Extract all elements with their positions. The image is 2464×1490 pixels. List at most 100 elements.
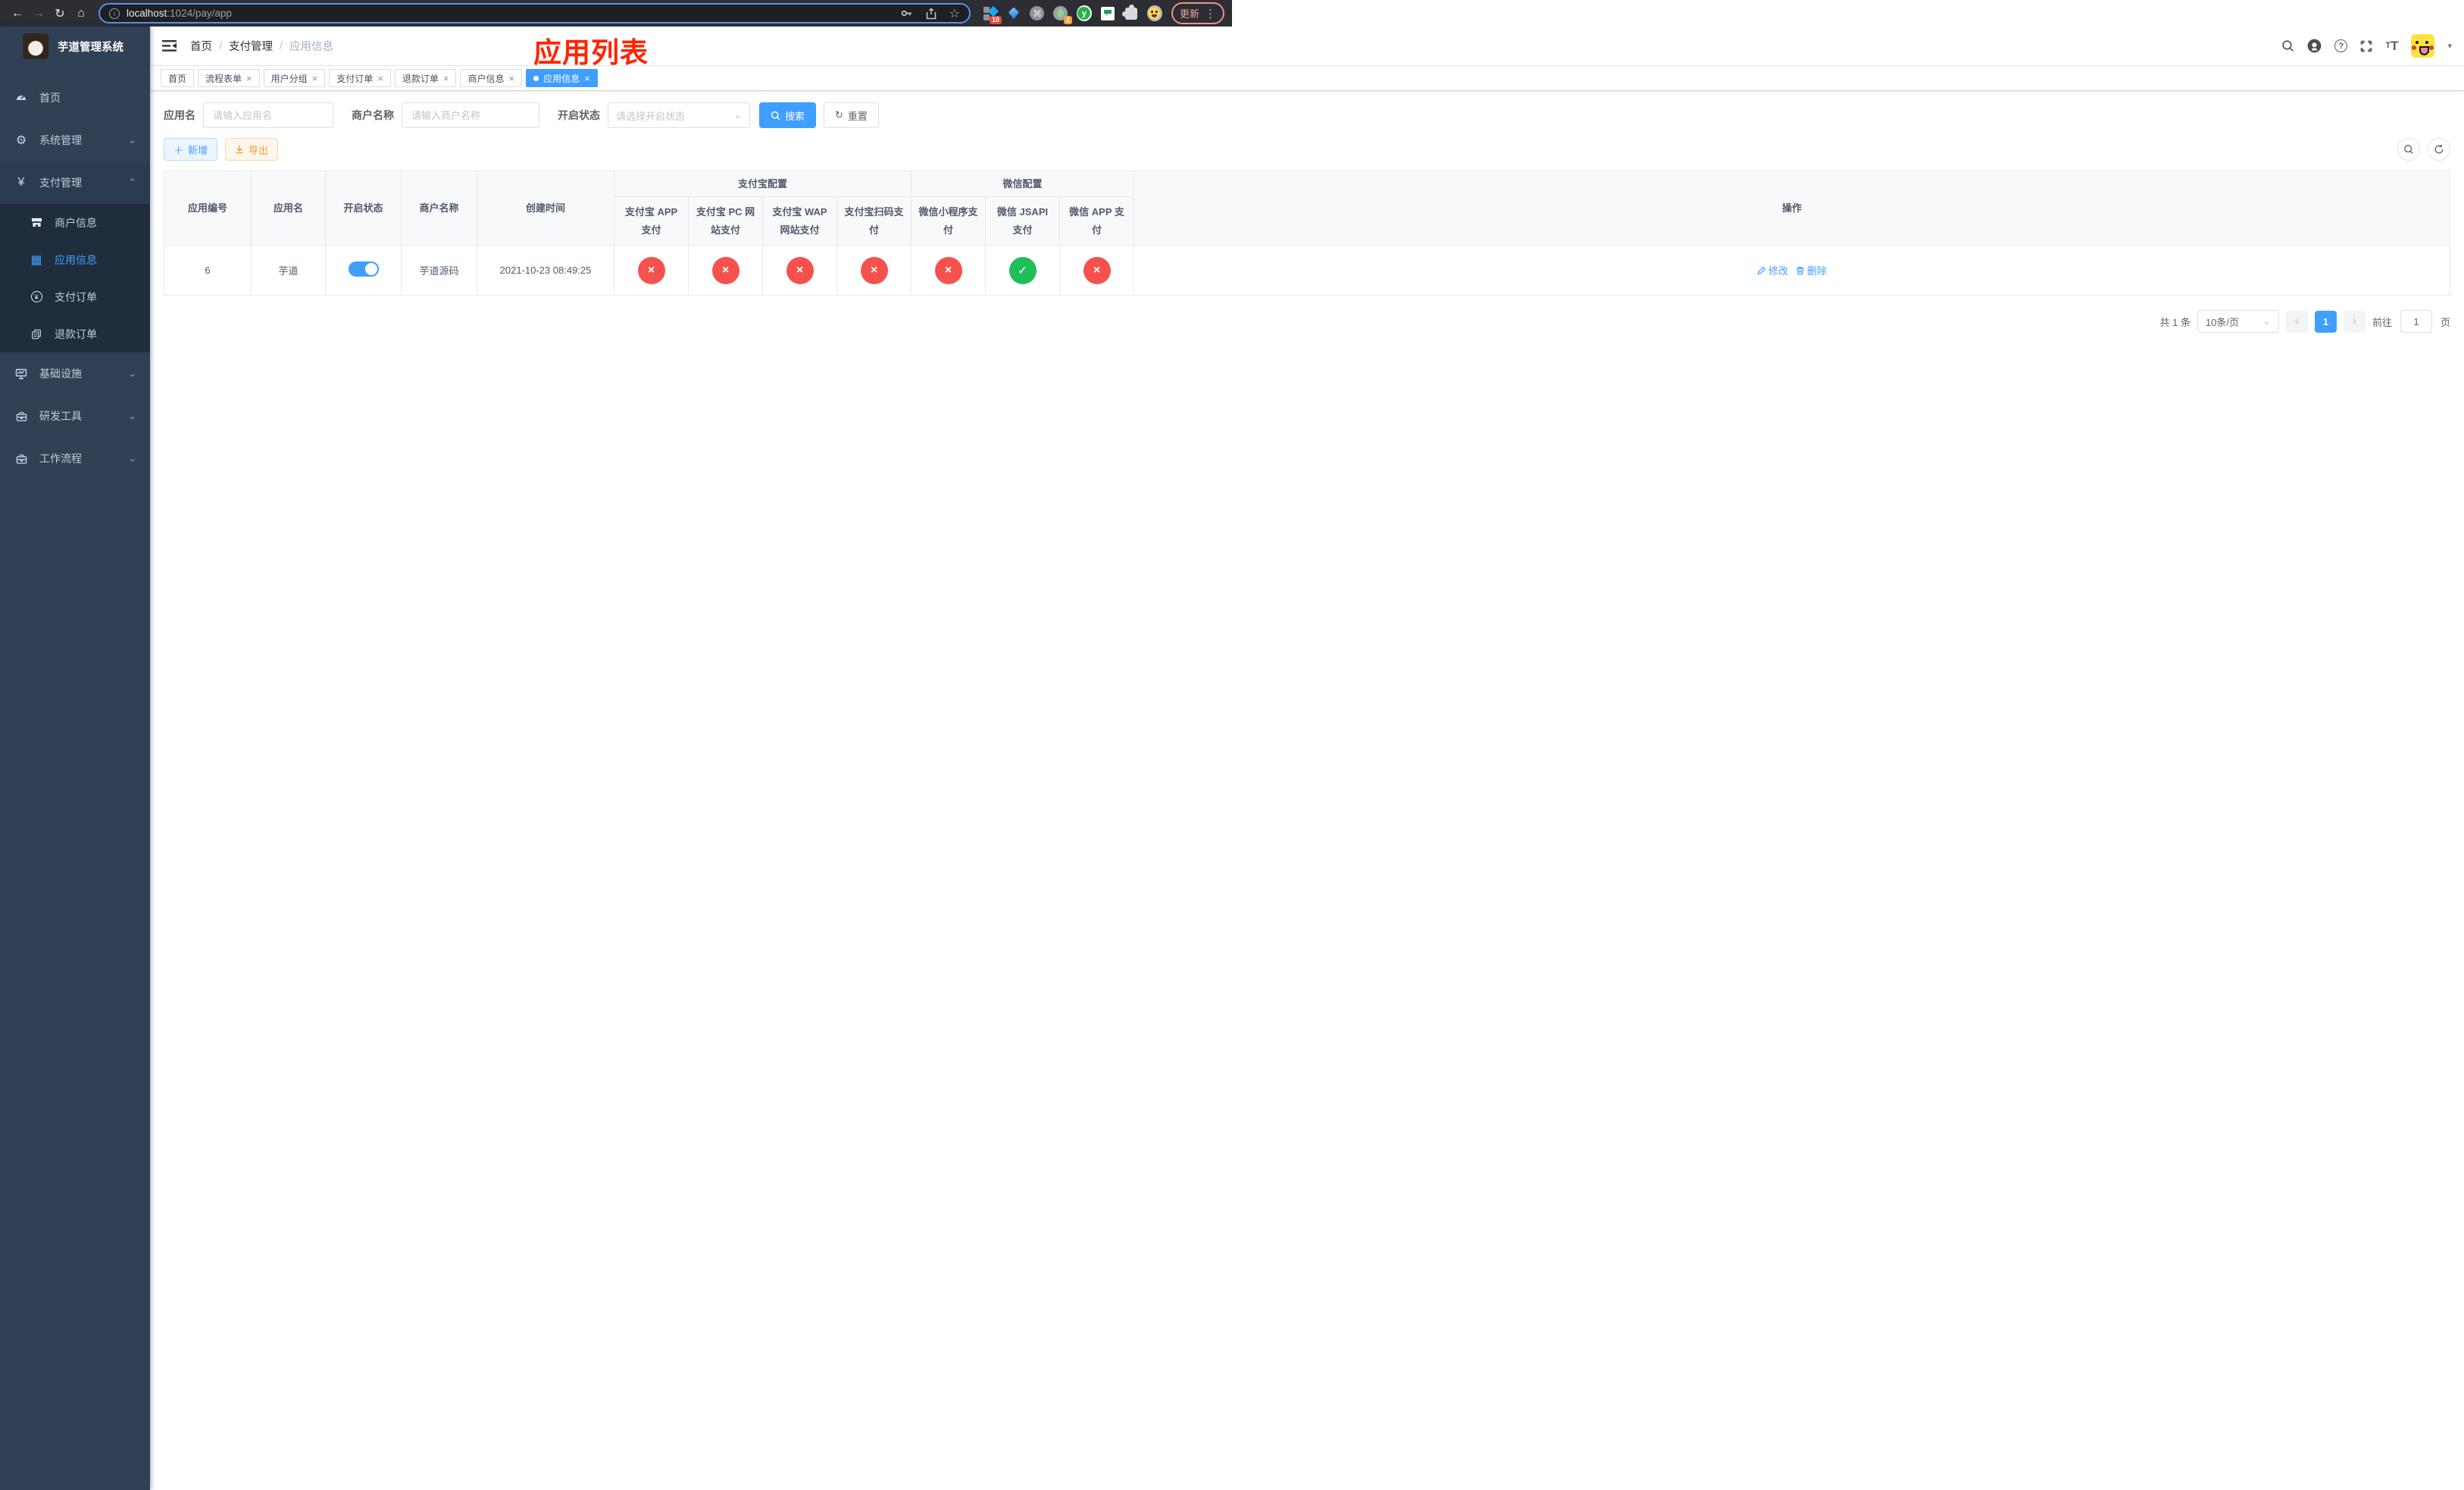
- page-size-value: 10条/页: [2205, 316, 2240, 328]
- chevron-down-icon: ⌄: [128, 368, 136, 379]
- user-avatar[interactable]: [2411, 34, 2435, 58]
- extension-chat-icon[interactable]: [1100, 6, 1115, 21]
- tab-merchant-info[interactable]: 商户信息 ×: [460, 69, 523, 87]
- extension-lens-icon[interactable]: 1: [1053, 6, 1072, 24]
- extension-kite-icon[interactable]: [1006, 6, 1021, 21]
- refresh-table-button[interactable]: [2428, 138, 2450, 161]
- password-key-icon[interactable]: [900, 7, 913, 20]
- sidebar-item-infrastructure[interactable]: 基础设施 ⌄: [0, 352, 150, 395]
- breadcrumb-payment[interactable]: 支付管理: [229, 38, 273, 54]
- chevron-down-icon: ⌄: [128, 134, 136, 146]
- app-name-input[interactable]: [203, 102, 333, 128]
- next-page-button[interactable]: ›: [2343, 310, 2366, 333]
- browser-reload-button[interactable]: ↻: [50, 4, 70, 23]
- browser-back-button[interactable]: ←: [8, 4, 27, 23]
- site-info-icon[interactable]: i: [109, 8, 120, 19]
- tags-view-bar: 首页 流程表单 × 用户分组 × 支付订单 × 退款订单 × 商户信息 × 应用信息 ×: [150, 66, 2464, 91]
- search-icon: [2404, 145, 2413, 154]
- search-button-label: 搜索: [785, 110, 805, 122]
- goto-page-input[interactable]: [2400, 310, 2432, 333]
- sidebar-collapse-button[interactable]: [162, 40, 177, 52]
- app-title: 芋道管理系统: [58, 41, 124, 54]
- sidebar-logo[interactable]: 芋道管理系统: [0, 27, 150, 66]
- share-icon[interactable]: [925, 7, 937, 20]
- status-select[interactable]: 请选择开启状态 ⌄: [608, 102, 750, 128]
- browser-home-button[interactable]: ⌂: [71, 4, 91, 23]
- tab-home[interactable]: 首页: [161, 69, 195, 87]
- sidebar-item-workflow[interactable]: 工作流程 ⌄: [0, 437, 150, 480]
- sidebar-item-pay-orders[interactable]: ¥ 支付订单: [0, 278, 150, 315]
- chevron-down-icon: ⌄: [128, 452, 136, 464]
- close-icon[interactable]: ×: [246, 74, 252, 83]
- page-size-select[interactable]: 10条/页 ⌄: [2197, 310, 2279, 333]
- fullscreen-icon[interactable]: [2360, 40, 2372, 52]
- tab-user-group[interactable]: 用户分组 ×: [263, 69, 326, 87]
- github-icon[interactable]: [2307, 39, 2322, 53]
- close-icon[interactable]: ×: [443, 74, 449, 83]
- close-icon[interactable]: ×: [312, 74, 318, 83]
- browser-profile-avatar[interactable]: [1146, 5, 1162, 21]
- sidebar-item-merchant-info[interactable]: 商户信息: [0, 204, 150, 241]
- col-header-alipay-pc: 支付宝 PC 网站支付: [688, 196, 763, 246]
- col-header-wx-jsapi: 微信 JSAPI 支付: [985, 196, 1061, 246]
- extension-yudao-icon[interactable]: y: [1076, 5, 1092, 21]
- help-icon[interactable]: ?: [2334, 39, 2348, 52]
- export-button[interactable]: 导出: [225, 138, 279, 161]
- bookmark-star-icon[interactable]: ☆: [949, 6, 960, 21]
- tab-process-form[interactable]: 流程表单 ×: [198, 69, 260, 87]
- extension-badge: 1: [1063, 15, 1072, 24]
- close-icon[interactable]: ×: [584, 74, 590, 83]
- sidebar-item-label: 退款订单: [55, 327, 97, 340]
- address-bar[interactable]: i localhost:1024/pay/app ☆: [98, 3, 971, 23]
- pagination: 共 1 条 10条/页 ⌄ ‹ 1 › 前往 页: [164, 310, 2450, 333]
- tab-pay-orders[interactable]: 支付订单 ×: [329, 69, 391, 87]
- breadcrumb-separator: /: [219, 39, 223, 52]
- sidebar-item-dev-tools[interactable]: 研发工具 ⌄: [0, 395, 150, 437]
- cell-app-name: 芋道: [251, 245, 326, 296]
- briefcase-icon: [14, 453, 29, 465]
- refresh-icon: ↻: [835, 109, 843, 121]
- sidebar-item-system[interactable]: ⚙ 系统管理 ⌄: [0, 119, 150, 161]
- edit-link[interactable]: 修改: [1757, 263, 1788, 277]
- sidebar-item-home[interactable]: 首页: [0, 77, 150, 119]
- sidebar-item-payment[interactable]: ¥ 支付管理 ⌃: [0, 161, 150, 204]
- reset-button-label: 重置: [847, 110, 868, 122]
- table-row: 6 芋道 芋道源码 2021-10-23 08:49:25 × × × × × …: [164, 245, 2450, 296]
- enabled-toggle[interactable]: [348, 261, 379, 277]
- sidebar-item-app-info[interactable]: ▦ 应用信息: [0, 241, 150, 278]
- back-icon: ←: [11, 6, 23, 20]
- browser-forward-button[interactable]: →: [29, 4, 48, 23]
- sidebar-item-refund-orders[interactable]: 退款订单: [0, 315, 150, 352]
- app-table: 应用编号 应用名 开启状态 商户名称 创建时间 支付宝配置 微信配置 操作 支付…: [164, 171, 2450, 296]
- chrome-update-button[interactable]: 更新 ⋮: [1171, 2, 1224, 24]
- add-button[interactable]: ＋ 新增: [164, 138, 218, 161]
- refresh-icon: [2434, 144, 2444, 154]
- breadcrumb-home[interactable]: 首页: [190, 38, 212, 54]
- delete-link[interactable]: 删除: [1796, 263, 1827, 277]
- header-search-icon[interactable]: [2281, 39, 2294, 52]
- extension-command-icon[interactable]: ⌘: [1030, 6, 1045, 21]
- current-page-button[interactable]: 1: [2314, 310, 2337, 333]
- reset-button[interactable]: ↻ 重置: [824, 102, 879, 128]
- avatar-caret-icon[interactable]: ▾: [2447, 41, 2452, 51]
- browser-menu-icon[interactable]: ⋮: [1205, 7, 1216, 20]
- close-icon[interactable]: ×: [377, 74, 383, 83]
- extensions-puzzle-icon[interactable]: [1121, 4, 1139, 21]
- tab-app-info[interactable]: 应用信息 ×: [526, 69, 598, 87]
- col-header-created: 创建时间: [477, 171, 614, 246]
- tab-refund-orders[interactable]: 退款订单 ×: [394, 69, 457, 87]
- toolbox-icon: [14, 411, 29, 422]
- col-header-alipay-wap: 支付宝 WAP 网站支付: [762, 196, 837, 246]
- font-size-icon[interactable]: TT: [2385, 39, 2398, 52]
- close-icon[interactable]: ×: [508, 74, 514, 83]
- breadcrumb: 首页 / 支付管理 / 应用信息: [190, 38, 333, 54]
- search-button[interactable]: 搜索: [759, 102, 817, 128]
- col-header-wx-app: 微信 APP 支付: [1059, 196, 1135, 246]
- extension-tabs-icon[interactable]: 10: [983, 5, 1002, 24]
- toggle-search-button[interactable]: [2397, 138, 2420, 161]
- url-text: localhost:1024/pay/app: [127, 8, 232, 19]
- sidebar-item-label: 系统管理: [39, 134, 82, 146]
- pagination-total: 共 1 条: [2159, 316, 2190, 328]
- prev-page-button[interactable]: ‹: [2285, 310, 2308, 333]
- merchant-name-input[interactable]: [402, 102, 539, 128]
